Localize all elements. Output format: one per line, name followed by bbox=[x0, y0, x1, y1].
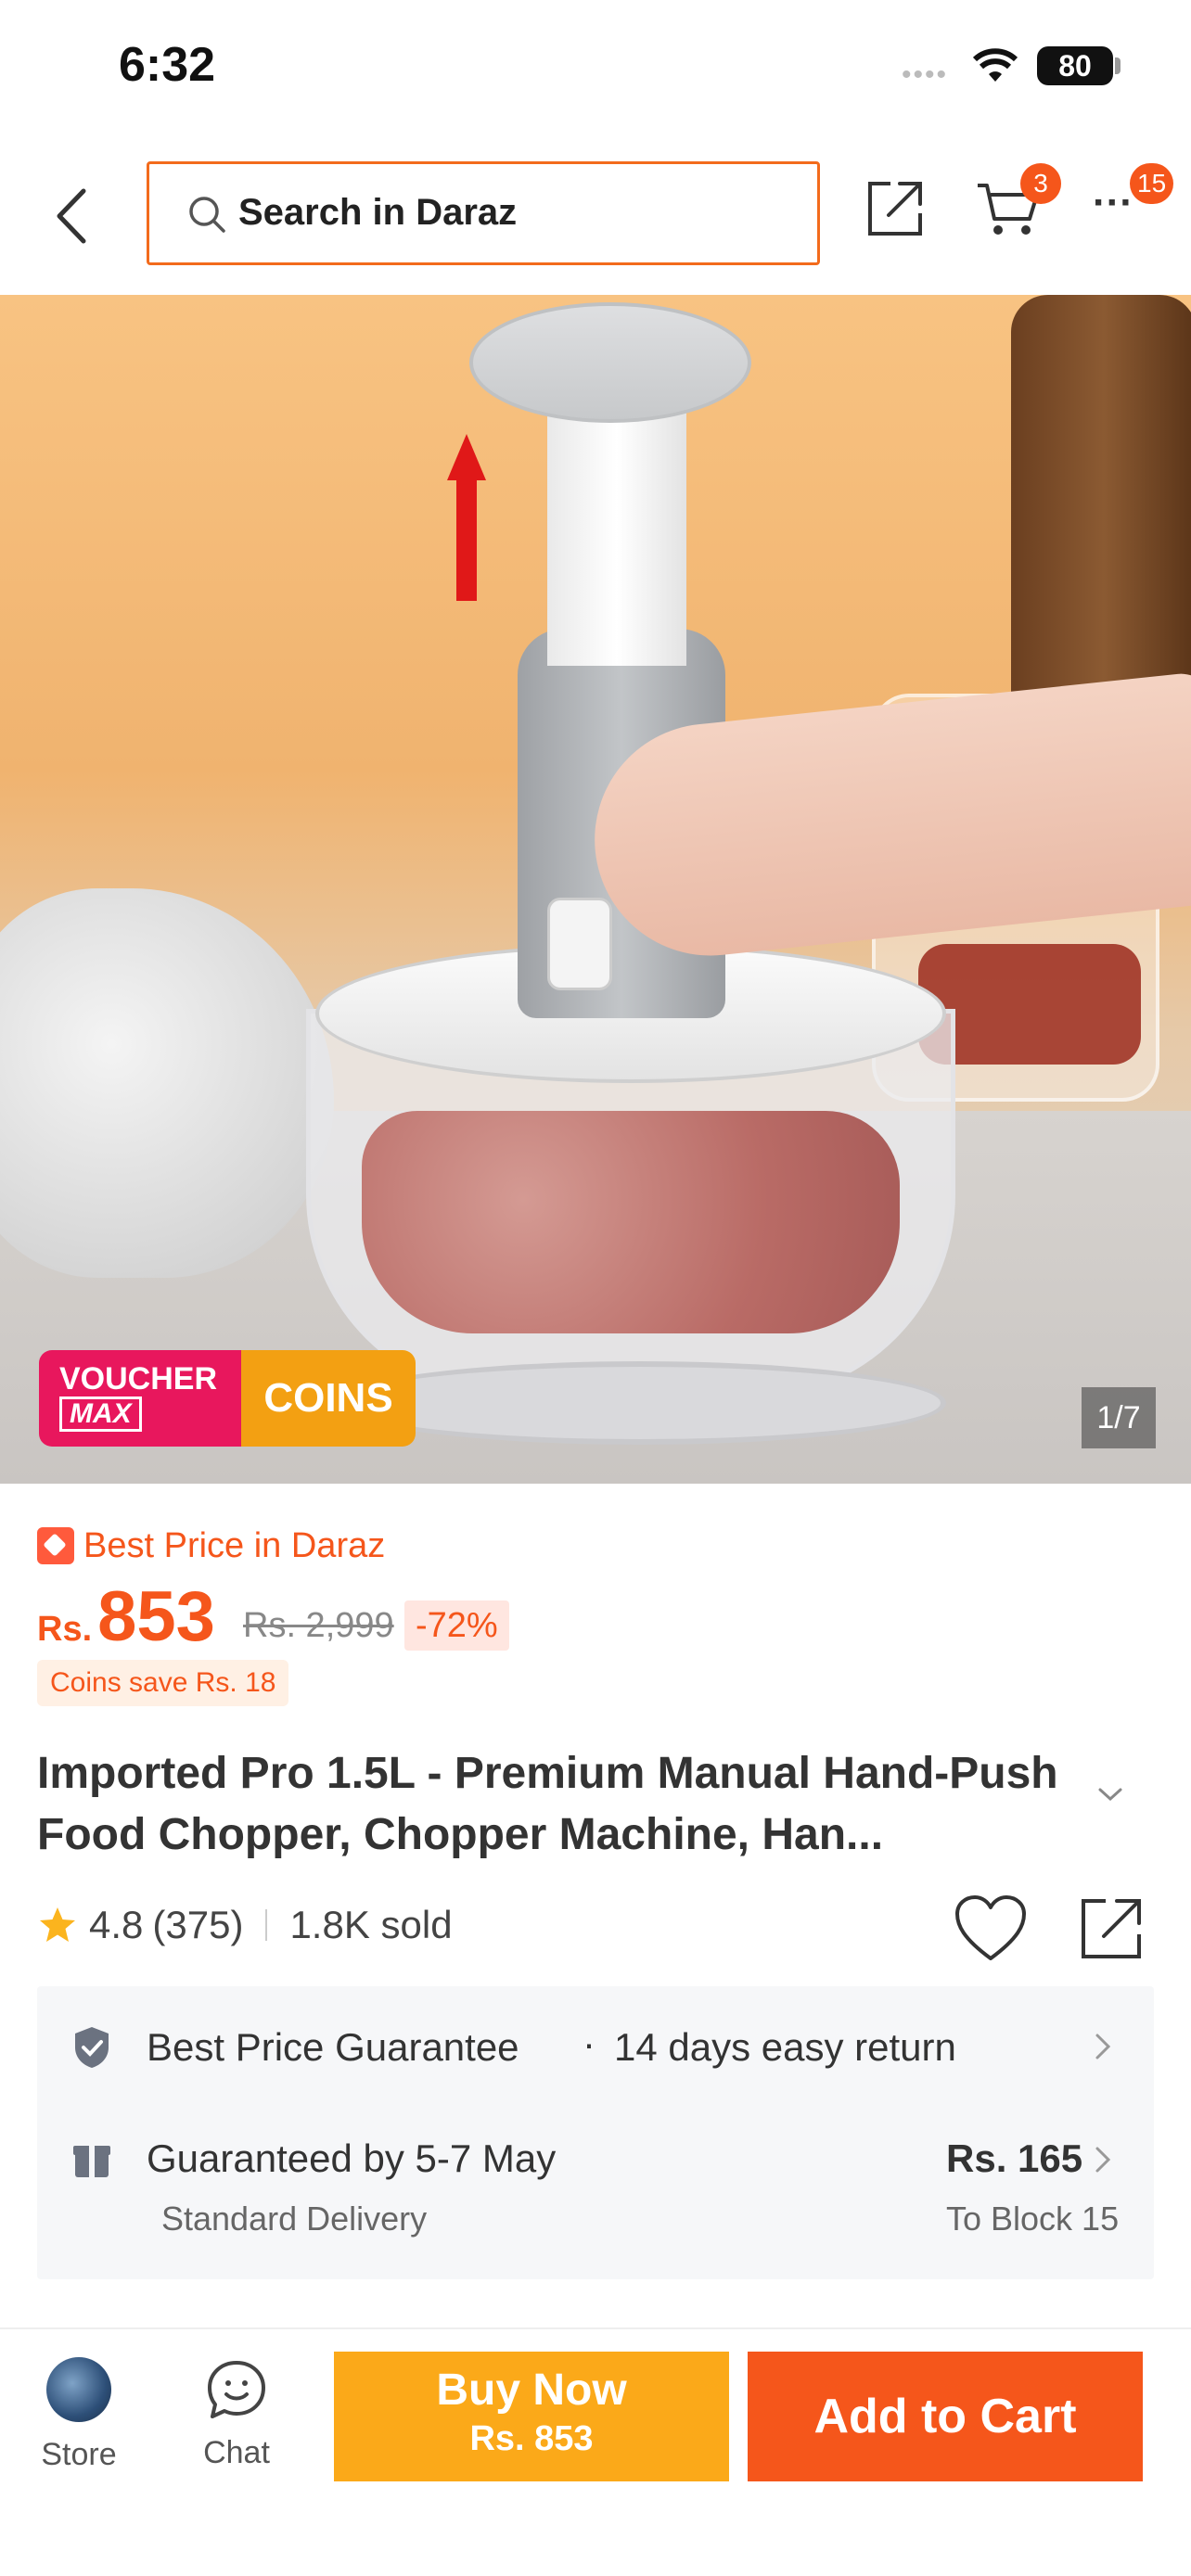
image-meat bbox=[362, 1111, 900, 1333]
return-policy: 14 days easy return bbox=[614, 2025, 956, 2069]
chevron-right-icon bbox=[1095, 2147, 1111, 2173]
star-icon bbox=[40, 1907, 75, 1942]
image-bowl-base bbox=[334, 1361, 946, 1445]
buy-now-price: Rs. 853 bbox=[469, 2419, 594, 2458]
search-bar[interactable]: Search in Daraz bbox=[147, 161, 820, 265]
rating-count: (375) bbox=[152, 1903, 244, 1946]
rating-row[interactable]: 4.8 (375) 1.8K sold bbox=[37, 1903, 453, 1947]
coins-save-badge: Coins save Rs. 18 bbox=[37, 1660, 289, 1706]
bullet-separator: · bbox=[583, 2021, 596, 2065]
battery-tip bbox=[1115, 57, 1121, 74]
currency-label: Rs. bbox=[37, 1610, 93, 1649]
price-value: 853 bbox=[97, 1577, 215, 1656]
chat-icon bbox=[208, 2361, 265, 2418]
coins-label: COINS bbox=[241, 1350, 416, 1447]
search-placeholder: Search in Daraz bbox=[238, 192, 518, 233]
buy-now-label: Buy Now bbox=[436, 2366, 627, 2415]
store-button[interactable]: Store bbox=[9, 2357, 148, 2473]
share-icon[interactable] bbox=[1076, 1894, 1146, 1964]
delivery-row[interactable]: Guaranteed by 5-7 May Standard Delivery … bbox=[37, 2107, 1154, 2279]
more-badge: 15 bbox=[1130, 163, 1174, 204]
best-price-text: Best Price in Daraz bbox=[83, 1526, 386, 1565]
heart-icon[interactable] bbox=[954, 1894, 1028, 1964]
image-lock-button bbox=[547, 898, 612, 990]
sold-count: 1.8K sold bbox=[289, 1903, 453, 1946]
rating-value: 4.8 bbox=[89, 1903, 144, 1946]
buy-now-button[interactable]: Buy Now Rs. 853 bbox=[334, 2352, 729, 2481]
arrow-shaft bbox=[456, 471, 477, 601]
best-price-label: Best Price in Daraz bbox=[37, 1526, 385, 1566]
search-icon bbox=[189, 197, 225, 233]
more-icon[interactable]: ··· bbox=[1093, 180, 1133, 226]
image-cloth bbox=[0, 888, 334, 1278]
delivery-location: To Block 15 bbox=[946, 2200, 1120, 2238]
divider bbox=[265, 1909, 268, 1941]
share-icon[interactable] bbox=[863, 176, 928, 241]
best-price-guarantee: Best Price Guarantee bbox=[147, 2025, 519, 2069]
store-avatar bbox=[46, 2357, 111, 2422]
product-title[interactable]: Imported Pro 1.5L - Premium Manual Hand-… bbox=[37, 1743, 1067, 1866]
product-image-gallery[interactable]: VOUCHER MAX COINS bbox=[0, 295, 1191, 1484]
image-plunger bbox=[547, 388, 686, 666]
voucher-max-coins-banner: VOUCHER MAX COINS bbox=[39, 1350, 416, 1447]
status-bar: 6:32 •••• 80 bbox=[0, 0, 1191, 139]
voucher-max-label: VOUCHER MAX bbox=[39, 1350, 241, 1447]
bottom-action-bar: Store Chat Buy Now Rs. 853 Add to Cart bbox=[0, 2327, 1191, 2576]
top-bar: Search in Daraz 3 ··· 15 bbox=[0, 148, 1191, 278]
chevron-down-icon[interactable] bbox=[1095, 1780, 1126, 1808]
chat-label: Chat bbox=[203, 2435, 270, 2470]
guarantee-row[interactable]: Best Price Guarantee · 14 days easy retu… bbox=[37, 1986, 1154, 2107]
chevron-right-icon bbox=[1095, 2034, 1111, 2060]
chat-button[interactable]: Chat bbox=[167, 2357, 306, 2471]
delivery-type: Standard Delivery bbox=[161, 2200, 428, 2238]
discount-badge: -72% bbox=[404, 1600, 509, 1651]
delivery-date: Guaranteed by 5-7 May bbox=[147, 2136, 557, 2180]
image-counter: 1/7 bbox=[1082, 1387, 1156, 1448]
status-time: 6:32 bbox=[119, 38, 216, 92]
voucher-text: VOUCHER bbox=[59, 1361, 218, 1396]
cart-badge: 3 bbox=[1020, 163, 1061, 204]
service-info-panel: Best Price Guarantee · 14 days easy retu… bbox=[37, 1986, 1154, 2279]
current-price: Rs.853 bbox=[37, 1576, 215, 1657]
shield-icon bbox=[75, 2027, 109, 2068]
signal-icon: •••• bbox=[902, 59, 949, 90]
back-arrow-icon[interactable] bbox=[46, 184, 102, 249]
delivery-fee: Rs. 165 bbox=[946, 2136, 1083, 2180]
store-label: Store bbox=[41, 2437, 117, 2472]
wifi-icon bbox=[972, 48, 1018, 82]
price-tag-icon bbox=[37, 1527, 74, 1564]
image-knob bbox=[469, 302, 751, 423]
original-price: Rs. 2,999 bbox=[243, 1606, 394, 1645]
max-text: MAX bbox=[59, 1396, 142, 1432]
battery-icon: 80 bbox=[1037, 46, 1113, 85]
package-icon bbox=[73, 2146, 110, 2177]
add-to-cart-button[interactable]: Add to Cart bbox=[748, 2352, 1143, 2481]
